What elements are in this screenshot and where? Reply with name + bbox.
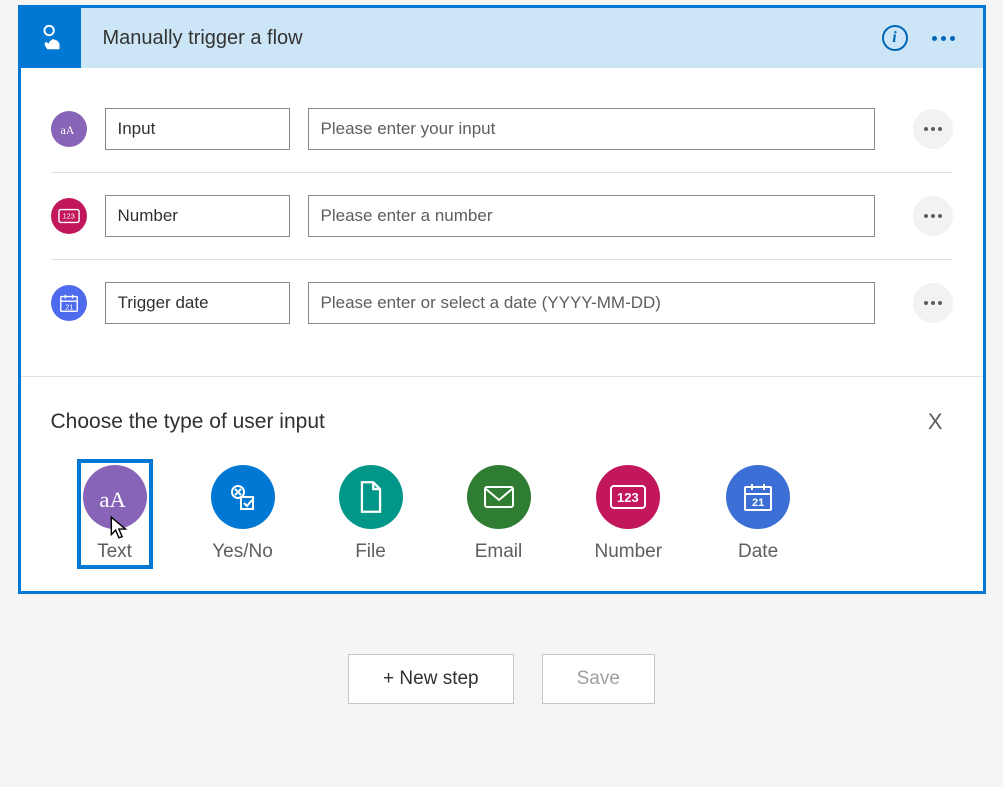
- text-type-icon: aA: [51, 111, 87, 147]
- type-label: Yes/No: [212, 541, 273, 563]
- card-menu-button[interactable]: [926, 30, 961, 47]
- input-description-field[interactable]: [308, 108, 875, 150]
- header-actions: i: [882, 25, 983, 51]
- input-description-field[interactable]: [308, 282, 875, 324]
- input-row-text: aA: [51, 86, 953, 173]
- type-option-date[interactable]: 21 Date: [720, 459, 796, 569]
- input-row-number: 123: [51, 173, 953, 260]
- number-type-icon: 123: [51, 198, 87, 234]
- svg-text:123: 123: [62, 212, 74, 221]
- input-type-chooser: Choose the type of user input X aA Text: [21, 376, 983, 591]
- input-more-button[interactable]: [913, 196, 953, 236]
- text-icon: aA: [83, 465, 147, 529]
- info-icon[interactable]: i: [882, 25, 908, 51]
- input-name-field[interactable]: [105, 195, 290, 237]
- input-name-field[interactable]: [105, 282, 290, 324]
- flow-footer: + New step Save: [5, 654, 998, 704]
- number-icon: 123: [596, 465, 660, 529]
- type-label: Text: [97, 541, 132, 563]
- card-header: Manually trigger a flow i: [21, 8, 983, 68]
- type-label: Date: [738, 541, 778, 563]
- svg-text:21: 21: [752, 497, 764, 509]
- type-option-file[interactable]: File: [333, 459, 409, 569]
- yesno-icon: [211, 465, 275, 529]
- save-button[interactable]: Save: [542, 654, 655, 704]
- trigger-card: Manually trigger a flow i aA 123: [18, 5, 986, 594]
- close-chooser-button[interactable]: X: [918, 405, 953, 439]
- type-option-number[interactable]: 123 Number: [589, 459, 669, 569]
- type-label: Number: [595, 541, 663, 563]
- svg-text:aA: aA: [99, 487, 126, 512]
- touch-icon: [36, 23, 66, 53]
- input-row-date: 21: [51, 260, 953, 346]
- type-grid: aA Text Yes/No: [51, 459, 953, 569]
- chooser-header: Choose the type of user input X: [51, 405, 953, 439]
- trigger-icon: [21, 8, 81, 68]
- type-option-text[interactable]: aA Text: [77, 459, 153, 569]
- svg-text:123: 123: [617, 490, 639, 505]
- date-type-icon: 21: [51, 285, 87, 321]
- chooser-title: Choose the type of user input: [51, 410, 325, 434]
- file-icon: [339, 465, 403, 529]
- type-label: File: [355, 541, 386, 563]
- svg-text:aA: aA: [60, 124, 74, 137]
- input-description-field[interactable]: [308, 195, 875, 237]
- type-option-yesno[interactable]: Yes/No: [205, 459, 281, 569]
- input-name-field[interactable]: [105, 108, 290, 150]
- input-more-button[interactable]: [913, 109, 953, 149]
- type-option-email[interactable]: Email: [461, 459, 537, 569]
- svg-text:21: 21: [65, 302, 73, 311]
- new-step-button[interactable]: + New step: [348, 654, 514, 704]
- email-icon: [467, 465, 531, 529]
- card-body: aA 123: [21, 68, 983, 376]
- date-icon: 21: [726, 465, 790, 529]
- card-title: Manually trigger a flow: [81, 27, 882, 50]
- type-label: Email: [475, 541, 523, 563]
- input-more-button[interactable]: [913, 283, 953, 323]
